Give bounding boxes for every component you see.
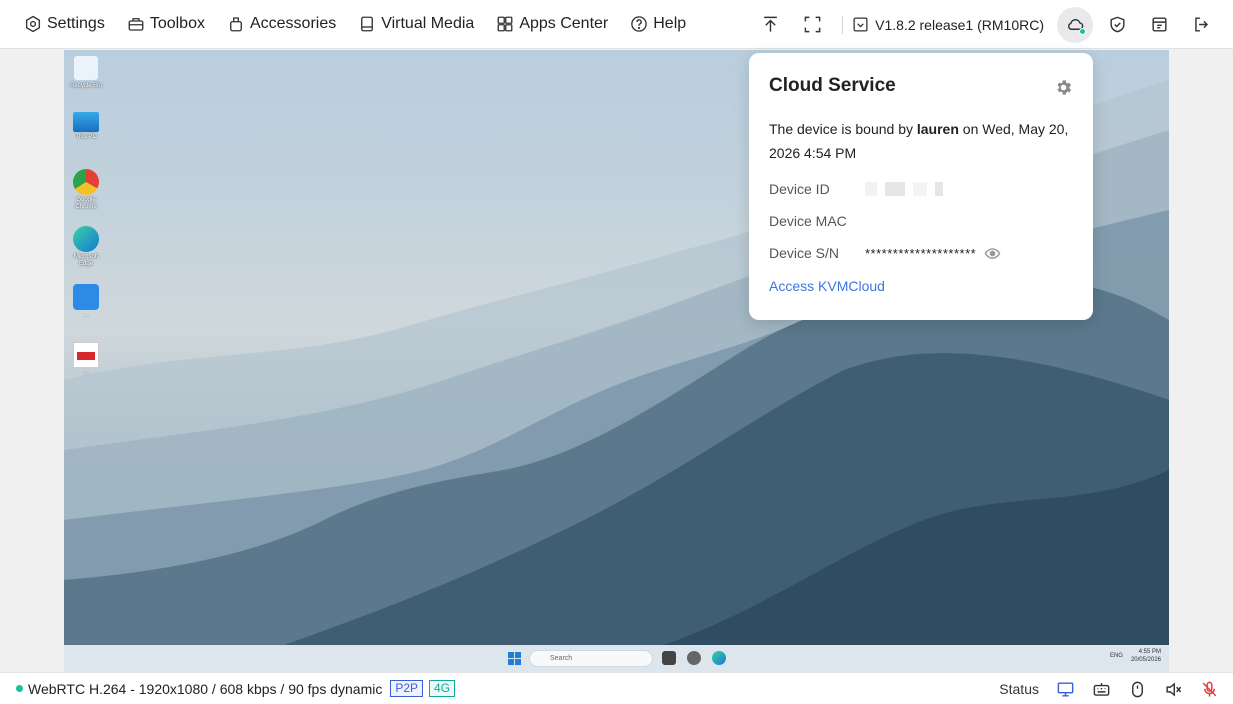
windows-taskbar: Search ENG 4:55 PM 20/05/2026 [64,645,1169,672]
apps-center-icon [497,16,513,32]
fullscreen-icon [804,16,820,33]
settings-taskbar-icon[interactable] [687,651,701,665]
file-explorer-taskbar-icon[interactable] [662,651,676,665]
taskbar-search[interactable]: Search [529,650,653,667]
cloud-status-dot [1079,27,1086,35]
tray-clock-time: 4:55 PM [1138,649,1161,655]
popover-title: Cloud Service [769,75,896,96]
edge-icon [73,226,99,252]
device-id-label: Device ID [769,181,830,197]
monitor-icon [73,112,99,132]
menu-settings[interactable]: Settings [24,15,105,33]
tray-lang[interactable]: ENG [1110,653,1123,659]
menu-virtual-media[interactable]: Virtual Media [358,15,474,33]
edge-taskbar-icon[interactable] [712,651,726,665]
menu-help[interactable]: Help [630,15,686,33]
desktop-icon-app[interactable]: … [66,284,106,319]
desktop-icon-this-pc[interactable]: This PC [66,112,106,141]
status-right-tools: Status [999,673,1219,704]
toolbar-divider [842,15,844,34]
recycle-bin-icon [73,55,99,81]
logout-button[interactable] [1183,7,1219,43]
desktop-icon-label: Google Chrome [75,197,97,210]
virtual-media-icon [361,16,374,32]
bound-user: lauren [916,121,959,137]
device-id-row: Device ID [769,177,1073,201]
bound-prefix: The device is bound by [769,121,913,137]
speaker-muted-icon[interactable] [1164,680,1183,699]
menu-settings-label: Settings [47,15,105,32]
upload-button[interactable] [752,7,788,43]
fullscreen-button[interactable] [794,7,830,43]
right-toolbar: V1.8.2 release1 (RM10RC) [749,0,1233,49]
system-tray: ENG 4:55 PM 20/05/2026 [1110,648,1161,664]
desktop-icon-label: Microsoft Edge [73,254,99,267]
main-menu: Settings Toolbox Accessories Virtual Med… [0,15,708,33]
connection-status-dot [16,685,23,692]
status-label[interactable]: Status [999,681,1039,697]
desktop-icon-edge[interactable]: Microsoft Edge [66,226,106,268]
menu-accessories[interactable]: Accessories [227,15,336,33]
version-button[interactable]: V1.8.2 release1 (RM10RC) [852,16,1044,33]
device-sn-value: ******************** [865,245,1001,262]
cloud-service-button[interactable] [1057,6,1093,43]
menu-help-label: Help [653,15,687,32]
device-sn-masked: ******************** [865,245,977,261]
toolbox-icon [128,18,144,31]
shield-check-icon [1109,16,1125,33]
settings-icon [25,15,41,33]
cloud-service-popover: Cloud Service The device is bound by lau… [749,53,1093,320]
help-icon [631,16,648,32]
upload-icon [763,16,777,32]
gear-icon[interactable] [1054,78,1073,97]
desktop-icon-chrome[interactable]: Google Chrome [66,169,106,211]
eye-icon[interactable] [984,245,1001,262]
device-id-value [865,182,943,196]
top-toolbar: Settings Toolbox Accessories Virtual Med… [0,0,1233,49]
menu-toolbox[interactable]: Toolbox [127,15,205,33]
windows-start-icon[interactable] [508,652,521,665]
tray-clock[interactable]: 4:55 PM 20/05/2026 [1131,648,1161,664]
desktop-icon-label: … [83,370,89,376]
device-mac-row: Device MAC [769,209,1073,233]
menu-toolbox-label: Toolbox [149,15,205,32]
microphone-muted-icon[interactable] [1200,680,1219,699]
menu-accessories-label: Accessories [249,15,337,32]
version-label: V1.8.2 release1 (RM10RC) [875,16,1044,33]
menu-apps-center-label: Apps Center [519,15,609,32]
device-sn-row: Device S/N ******************** [769,241,1073,265]
menu-apps-center[interactable]: Apps Center [496,15,608,33]
accessories-icon [230,17,242,32]
desktop-icon-recycle-bin[interactable]: Recycle Bin [66,55,106,90]
keyboard-icon[interactable] [1092,680,1111,699]
access-kvmcloud-link[interactable]: Access KVMCloud [769,278,885,294]
security-button[interactable] [1099,7,1135,43]
desktop-icon-label: Recycle Bin [70,83,102,89]
desktop-icon-label: This PC [75,134,97,140]
network-4g-badge: 4G [429,680,456,697]
monitor-icon[interactable] [1056,680,1075,699]
version-check-icon [853,17,868,32]
notes-button[interactable] [1141,7,1177,43]
device-mac-label: Device MAC [769,213,847,229]
logout-icon [1194,17,1208,32]
desktop-icon-label: … [83,312,89,318]
tray-clock-date: 20/05/2026 [1130,657,1161,663]
mouse-icon[interactable] [1128,680,1147,699]
desktop-icon-pdf[interactable]: … [66,342,106,377]
notes-icon [1151,17,1167,32]
p2p-badge: P2P [390,680,424,697]
device-sn-label: Device S/N [769,245,840,261]
stream-info: WebRTC H.264 - 1920x1080 / 608 kbps / 90… [28,680,383,697]
app-icon [73,284,99,310]
pdf-file-icon [73,342,99,368]
menu-virtual-media-label: Virtual Media [381,15,475,32]
bound-info: The device is bound by lauren on Wed, Ma… [769,117,1073,165]
status-bar: WebRTC H.264 - 1920x1080 / 608 kbps / 90… [0,672,1233,704]
chrome-icon [73,169,99,195]
taskbar-search-label: Search [550,655,573,662]
